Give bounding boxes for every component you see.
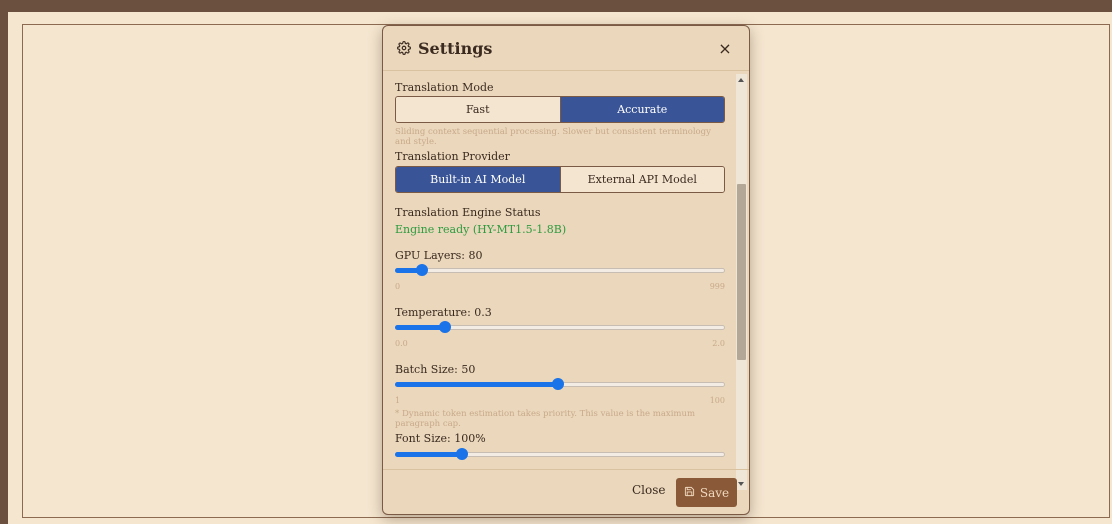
translation-mode-toggle: Fast Accurate <box>395 96 725 123</box>
temperature-min: 0.0 <box>395 339 408 348</box>
engine-status-value: Engine ready (HY-MT1.5-1.8B) <box>395 223 567 236</box>
modal-scrollbar[interactable] <box>736 74 747 490</box>
gpu-layers-slider[interactable] <box>395 264 725 276</box>
close-button[interactable]: Close <box>632 483 666 497</box>
font-size-slider[interactable] <box>395 448 725 460</box>
slider-thumb[interactable] <box>552 378 565 390</box>
temperature-label: Temperature: 0.3 <box>395 306 492 319</box>
gear-icon <box>397 41 411 55</box>
translation-mode-hint: Sliding context sequential processing. S… <box>395 127 711 147</box>
gpu-layers-max: 999 <box>709 282 725 291</box>
close-icon[interactable]: × <box>715 39 735 58</box>
provider-external-button[interactable]: External API Model <box>559 167 724 192</box>
modal-title: Settings <box>397 39 492 58</box>
batch-size-hint: * Dynamic token estimation takes priorit… <box>395 409 696 429</box>
batch-size-max: 100 <box>709 396 725 405</box>
batch-size-min: 1 <box>395 396 401 405</box>
slider-fill <box>395 452 461 457</box>
slider-thumb[interactable] <box>439 321 452 333</box>
temperature-max: 2.0 <box>712 339 725 348</box>
modal-footer: Close Save <box>383 469 749 514</box>
gpu-layers-label: GPU Layers: 80 <box>395 249 483 262</box>
batch-size-slider[interactable] <box>395 378 725 390</box>
translation-provider-toggle: Built-in AI Model External API Model <box>395 166 725 193</box>
slider-fill <box>395 325 445 330</box>
save-label: Save <box>699 485 730 500</box>
settings-modal: Settings × Translation Mode Fast Accurat… <box>382 25 750 515</box>
slider-thumb[interactable] <box>455 448 468 460</box>
font-size-label: Font Size: 100% <box>395 432 486 445</box>
translation-provider-label: Translation Provider <box>395 150 510 163</box>
save-button[interactable]: Save <box>676 478 737 507</box>
scroll-up-icon[interactable] <box>738 78 744 82</box>
translation-mode-label: Translation Mode <box>395 81 494 94</box>
mode-accurate-button[interactable]: Accurate <box>559 97 724 122</box>
slider-fill <box>395 382 558 387</box>
engine-status-label: Translation Engine Status <box>395 206 541 219</box>
batch-size-label: Batch Size: 50 <box>395 363 476 376</box>
gpu-layers-min: 0 <box>395 282 401 291</box>
modal-body: Translation Mode Fast Accurate Sliding c… <box>383 72 749 490</box>
slider-thumb[interactable] <box>416 264 429 276</box>
mode-fast-button[interactable]: Fast <box>396 97 560 122</box>
provider-builtin-button[interactable]: Built-in AI Model <box>396 167 560 192</box>
modal-header: Settings × <box>383 26 749 71</box>
scrollbar-thumb[interactable] <box>737 184 746 360</box>
temperature-slider[interactable] <box>395 321 725 333</box>
save-icon <box>684 486 695 500</box>
modal-title-text: Settings <box>418 38 493 58</box>
